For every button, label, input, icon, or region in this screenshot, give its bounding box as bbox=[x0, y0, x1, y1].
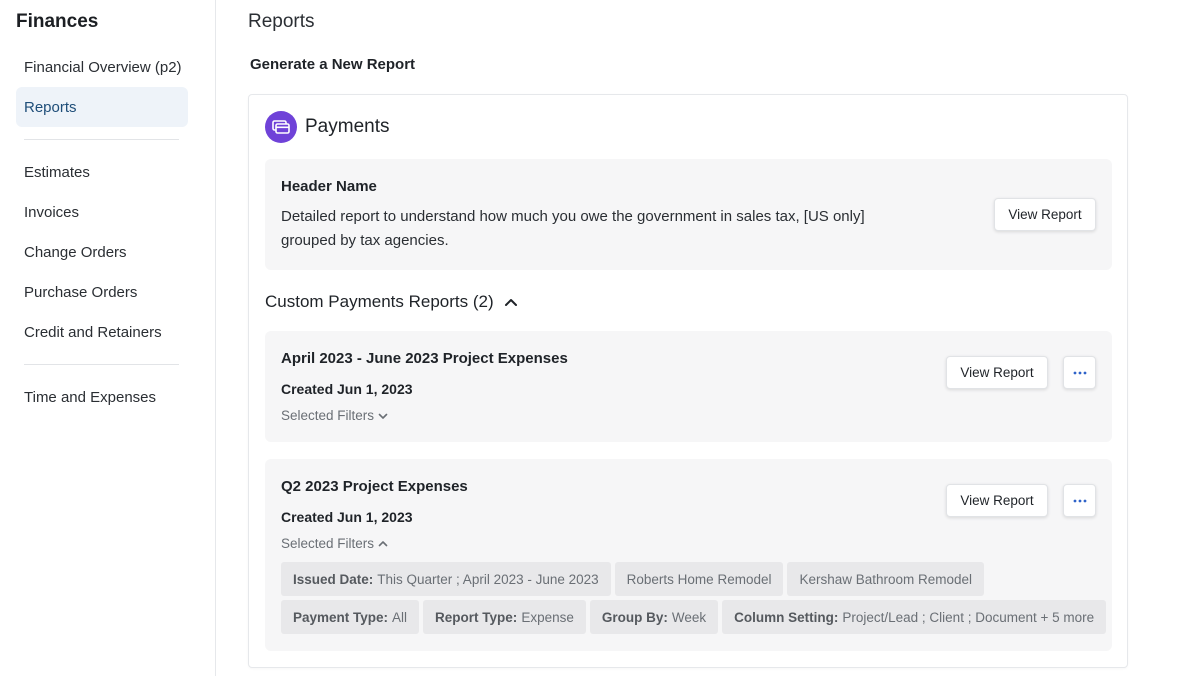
filter-chip-key: Issued Date: bbox=[293, 571, 374, 587]
header-report-description: Detailed report to understand how much y… bbox=[281, 208, 865, 249]
selected-filters-toggle[interactable]: Selected Filters bbox=[281, 536, 388, 551]
custom-report-created: Created Jun 1, 2023 bbox=[281, 509, 413, 525]
view-report-button[interactable]: View Report bbox=[946, 484, 1048, 517]
sidebar: Finances Financial Overview (p2) Reports… bbox=[0, 0, 216, 676]
filter-chips-row: Issued Date: This Quarter ; April 2023 -… bbox=[281, 562, 985, 596]
payments-header: Payments bbox=[265, 111, 389, 143]
filter-chip-value: Roberts Home Remodel bbox=[626, 571, 772, 587]
custom-report-item: April 2023 - June 2023 Project Expenses … bbox=[265, 331, 1112, 442]
payments-report-card: Payments Header Name Detailed report to … bbox=[248, 94, 1128, 668]
selected-filters-label: Selected Filters bbox=[281, 408, 375, 423]
custom-report-created: Created Jun 1, 2023 bbox=[281, 381, 413, 397]
sidebar-divider bbox=[24, 139, 179, 140]
filter-chips-row: Payment Type: All Report Type: Expense G… bbox=[281, 600, 1107, 634]
chevron-down-icon bbox=[378, 413, 388, 419]
filter-chip-key: Group By: bbox=[601, 609, 668, 625]
filter-chip-value: Expense bbox=[521, 609, 574, 625]
filter-chip-value: Project/Lead ; Client ; Document + 5 mor… bbox=[842, 609, 1095, 625]
ellipsis-icon bbox=[1073, 499, 1086, 502]
filter-chip-value: All bbox=[392, 609, 408, 625]
filter-chip-column-setting: Column Setting: Project/Lead ; Client ; … bbox=[722, 600, 1107, 634]
filter-chip-key: Column Setting: bbox=[734, 609, 839, 625]
custom-reports-toggle[interactable]: Custom Payments Reports (2) bbox=[265, 291, 518, 313]
filter-chip-project: Roberts Home Remodel bbox=[614, 562, 784, 596]
filter-chip-key: Payment Type: bbox=[293, 609, 389, 625]
custom-report-title: Q2 2023 Project Expenses bbox=[281, 478, 468, 495]
filter-chip-value: This Quarter ; April 2023 - June 2023 bbox=[377, 571, 599, 587]
filter-chip-report-type: Report Type: Expense bbox=[423, 600, 586, 634]
filter-chip-group-by: Group By: Week bbox=[589, 600, 719, 634]
custom-report-item: Q2 2023 Project Expenses Created Jun 1, … bbox=[265, 459, 1112, 651]
filter-chip-value: Kershaw Bathroom Remodel bbox=[799, 571, 973, 587]
filter-chip-payment-type: Payment Type: All bbox=[281, 600, 420, 634]
sidebar-item-change-orders[interactable]: Change Orders bbox=[16, 232, 188, 272]
filter-chip-key: Report Type: bbox=[435, 609, 518, 625]
selected-filters-label: Selected Filters bbox=[281, 536, 375, 551]
view-report-button[interactable]: View Report bbox=[946, 356, 1048, 389]
section-subtitle: Generate a New Report bbox=[250, 56, 416, 73]
selected-filters-toggle[interactable]: Selected Filters bbox=[281, 408, 388, 423]
sidebar-item-financial-overview[interactable]: Financial Overview (p2) bbox=[16, 47, 188, 87]
sidebar-item-estimates[interactable]: Estimates bbox=[16, 152, 188, 192]
chevron-up-icon bbox=[504, 299, 517, 306]
payments-title: Payments bbox=[305, 116, 390, 137]
payments-card-icon bbox=[265, 111, 297, 143]
sidebar-item-invoices[interactable]: Invoices bbox=[16, 192, 188, 232]
custom-report-title: April 2023 - June 2023 Project Expenses bbox=[281, 350, 568, 367]
custom-reports-heading: Custom Payments Reports (2) bbox=[265, 292, 494, 311]
page-title: Reports bbox=[248, 11, 315, 32]
chevron-up-icon bbox=[378, 540, 388, 546]
more-options-button[interactable] bbox=[1063, 356, 1096, 389]
filter-chip-issued-date: Issued Date: This Quarter ; April 2023 -… bbox=[281, 562, 611, 596]
header-report-title: Header Name bbox=[281, 178, 377, 195]
sidebar-item-time-and-expenses[interactable]: Time and Expenses bbox=[16, 377, 188, 417]
sidebar-item-reports[interactable]: Reports bbox=[16, 87, 188, 127]
ellipsis-icon bbox=[1073, 371, 1086, 374]
view-report-button[interactable]: View Report bbox=[994, 198, 1096, 231]
sidebar-item-purchase-orders[interactable]: Purchase Orders bbox=[16, 272, 188, 312]
filter-chip-project: Kershaw Bathroom Remodel bbox=[787, 562, 985, 596]
sidebar-title: Finances bbox=[16, 11, 99, 32]
sidebar-divider bbox=[24, 364, 179, 365]
header-report-panel: Header Name Detailed report to understan… bbox=[265, 159, 1112, 270]
filter-chip-value: Week bbox=[671, 609, 707, 625]
more-options-button[interactable] bbox=[1063, 484, 1096, 517]
sidebar-item-credit-and-retainers[interactable]: Credit and Retainers bbox=[16, 312, 188, 352]
